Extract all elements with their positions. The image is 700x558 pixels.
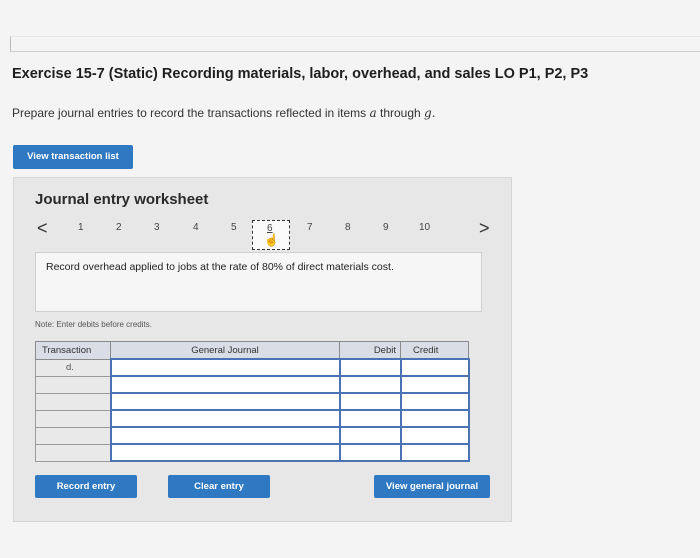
table-row — [35, 375, 470, 394]
general-journal-input[interactable] — [109, 375, 341, 394]
debit-input[interactable] — [338, 409, 402, 428]
transaction-cell — [35, 426, 111, 445]
record-entry-button[interactable]: Record entry — [35, 475, 137, 498]
table-header-row: Transaction General Journal Debit Credit — [35, 341, 469, 360]
general-journal-input[interactable] — [109, 426, 341, 445]
page-tab-5[interactable]: 5 — [231, 222, 237, 233]
debit-header: Debit — [339, 341, 401, 360]
credit-input[interactable] — [399, 443, 470, 462]
general-journal-input[interactable] — [109, 392, 341, 411]
debit-input[interactable] — [338, 392, 402, 411]
clear-entry-button[interactable]: Clear entry — [168, 475, 270, 498]
journal-table: Transaction General Journal Debit Credit… — [35, 341, 470, 462]
page-tab-9[interactable]: 9 — [383, 222, 389, 233]
transaction-cell — [35, 443, 111, 462]
transaction-description: Record overhead applied to jobs at the r… — [46, 261, 394, 273]
credit-header: Credit — [400, 341, 469, 360]
exercise-title: Exercise 15-7 (Static) Recording materia… — [12, 66, 589, 82]
transaction-header: Transaction — [35, 341, 111, 360]
credit-input[interactable] — [399, 409, 470, 428]
transaction-cell — [35, 375, 111, 394]
table-row — [35, 409, 470, 428]
page-tab-3[interactable]: 3 — [154, 222, 160, 233]
prev-page-arrow[interactable]: < — [37, 218, 48, 239]
debit-input[interactable] — [338, 358, 402, 377]
page-tab-2[interactable]: 2 — [116, 222, 122, 233]
view-general-journal-button[interactable]: View general journal — [374, 475, 490, 498]
top-bar — [10, 36, 700, 52]
page-tab-8[interactable]: 8 — [345, 222, 351, 233]
general-journal-header: General Journal — [110, 341, 340, 360]
debit-input[interactable] — [338, 375, 402, 394]
hand-cursor-icon: ☝ — [264, 233, 279, 247]
debit-input[interactable] — [338, 443, 402, 462]
credit-input[interactable] — [399, 358, 470, 377]
page-tab-1[interactable]: 1 — [78, 222, 84, 233]
page-tab-4[interactable]: 4 — [193, 222, 199, 233]
entry-note: Note: Enter debits before credits. — [35, 320, 152, 329]
table-row — [35, 443, 470, 462]
credit-input[interactable] — [399, 426, 470, 445]
table-row: d. — [35, 358, 470, 377]
page-tab-10[interactable]: 10 — [419, 222, 430, 233]
transaction-cell — [35, 409, 111, 428]
view-transaction-list-button[interactable]: View transaction list — [13, 145, 133, 169]
general-journal-input[interactable] — [109, 358, 341, 377]
credit-input[interactable] — [399, 392, 470, 411]
transaction-cell: d. — [35, 358, 111, 377]
debit-input[interactable] — [338, 426, 402, 445]
table-row — [35, 392, 470, 411]
table-row — [35, 426, 470, 445]
worksheet-title: Journal entry worksheet — [35, 191, 209, 208]
next-page-arrow[interactable]: > — [479, 218, 490, 239]
credit-input[interactable] — [399, 375, 470, 394]
instructions: Prepare journal entries to record the tr… — [12, 106, 436, 120]
page-tab-7[interactable]: 7 — [307, 222, 313, 233]
transaction-cell — [35, 392, 111, 411]
general-journal-input[interactable] — [109, 409, 341, 428]
general-journal-input[interactable] — [109, 443, 341, 462]
